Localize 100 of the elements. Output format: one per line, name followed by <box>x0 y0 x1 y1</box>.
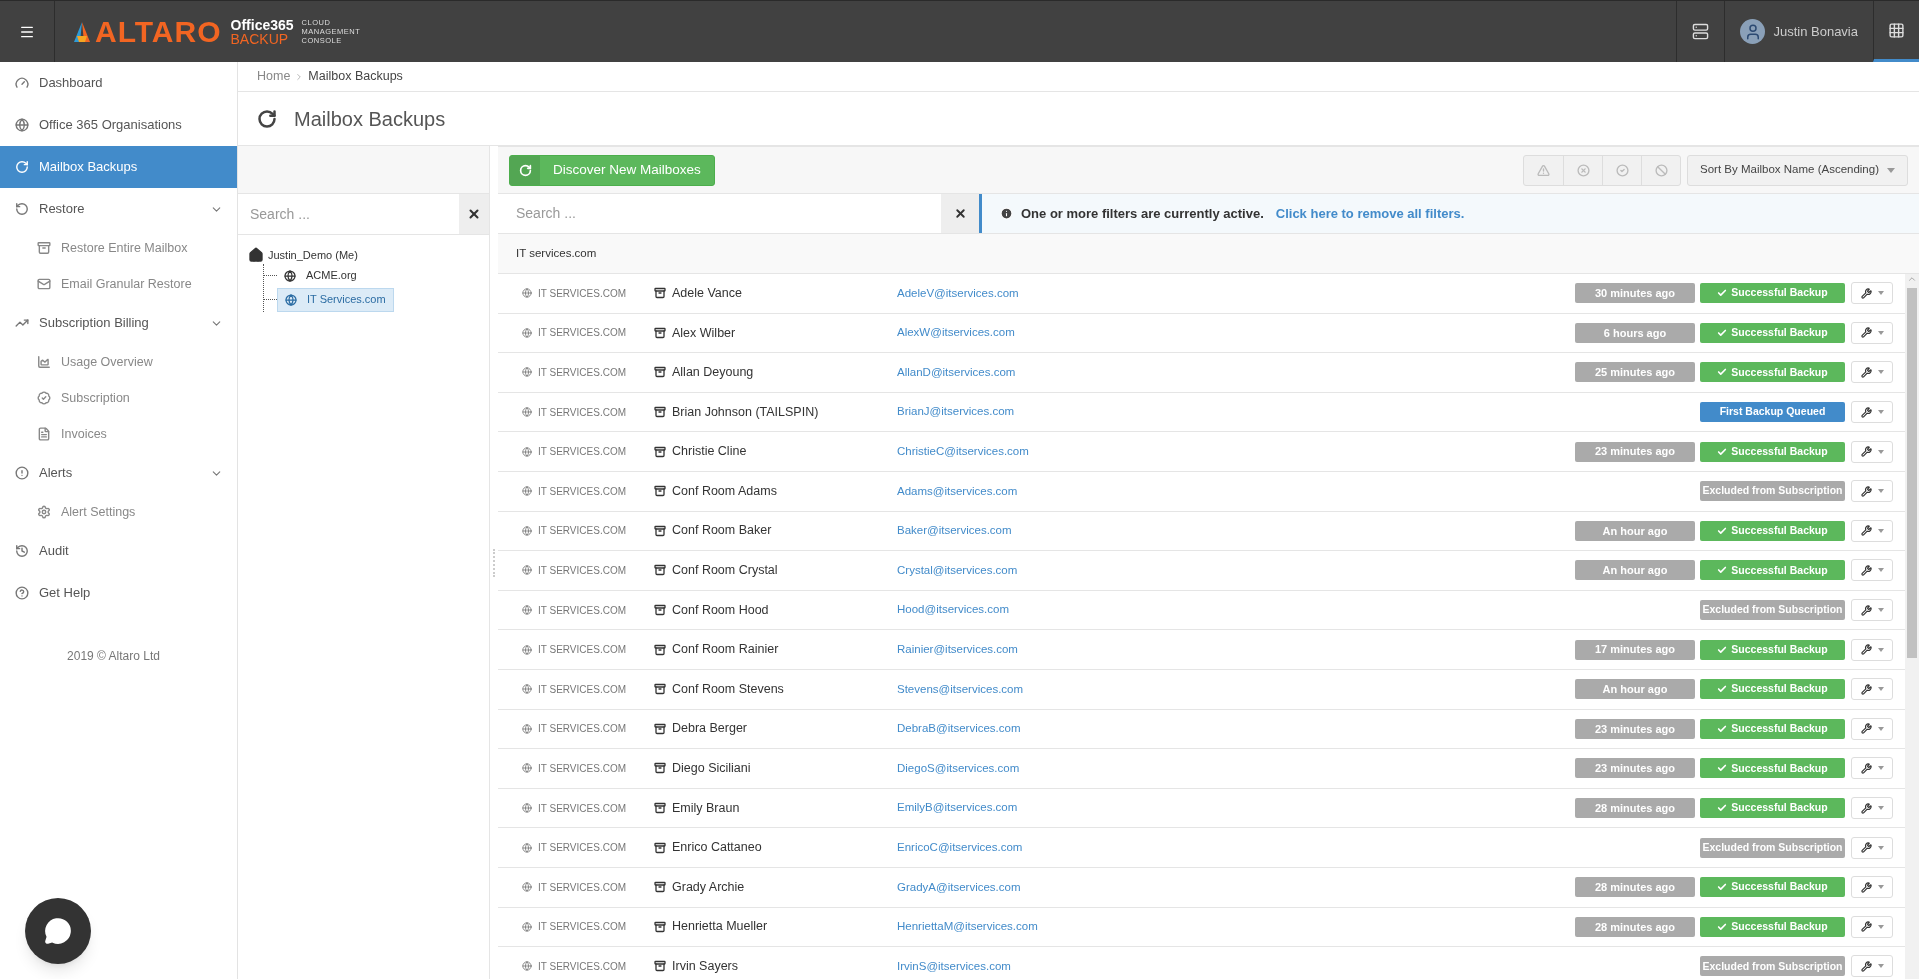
clear-search-button[interactable] <box>459 194 489 234</box>
scrollbar[interactable] <box>1905 274 1919 979</box>
tools-dropdown-button[interactable] <box>1851 440 1893 463</box>
email-link[interactable]: HenriettaM@itservices.com <box>897 918 1038 936</box>
org-cell-text: IT SERVICES.COM <box>538 484 626 499</box>
org-cell-text: IT SERVICES.COM <box>538 603 626 618</box>
tools-dropdown-button[interactable] <box>1851 836 1893 859</box>
caret-icon <box>1877 568 1884 573</box>
tools-dropdown-button[interactable] <box>1851 638 1893 661</box>
mailbox-search-field[interactable]: Search ... <box>498 194 941 233</box>
tools-dropdown-button[interactable] <box>1851 955 1893 978</box>
sidebar-item[interactable]: Office 365 Organisations <box>0 104 237 146</box>
org-cell-text: IT SERVICES.COM <box>538 366 626 380</box>
sidebar-item[interactable]: Invoices <box>0 416 237 452</box>
email-link[interactable]: Baker@itservices.com <box>897 522 1012 540</box>
email-link[interactable]: AlexW@itservices.com <box>897 324 1015 342</box>
tools-dropdown-button[interactable] <box>1851 480 1893 503</box>
org-cell-text: IT SERVICES.COM <box>538 405 626 420</box>
check-icon <box>1717 565 1728 576</box>
sidebar-item[interactable]: Audit <box>0 530 237 572</box>
undo-icon <box>15 202 29 216</box>
sidebar-item[interactable]: Usage Overview <box>0 344 237 380</box>
sidebar-item[interactable]: Mailbox Backups <box>0 146 237 188</box>
mailbox-name: Emily Braun <box>672 799 740 817</box>
caret-icon <box>1877 806 1884 810</box>
check-icon <box>1717 288 1728 299</box>
tree-node[interactable]: Justin_Demo (Me) <box>268 247 358 264</box>
sidebar-item[interactable]: Restore Entire Mailbox <box>0 230 237 266</box>
discover-button[interactable]: Discover New Mailboxes <box>509 154 715 186</box>
caret-icon <box>1877 330 1884 335</box>
group-heading: IT services.com <box>516 245 597 261</box>
sidebar-item[interactable]: Dashboard <box>0 62 237 104</box>
email-link[interactable]: EmilyB@itservices.com <box>897 799 1018 817</box>
refresh-icon <box>15 160 29 174</box>
email-link[interactable]: DebraB@itservices.com <box>897 720 1021 738</box>
sort-dropdown[interactable]: Sort By Mailbox Name (Ascending) <box>1687 154 1908 186</box>
email-link[interactable]: Stevens@itservices.com <box>897 680 1024 698</box>
apps-button[interactable] <box>1873 1 1919 62</box>
tree-node[interactable]: ACME.org <box>277 263 364 288</box>
remove-filters-link[interactable]: Click here to remove all filters. <box>1275 203 1465 224</box>
tools-dropdown-button[interactable] <box>1851 915 1893 938</box>
email-link[interactable]: ChristieC@itservices.com <box>897 443 1029 461</box>
caret-icon <box>1877 449 1884 454</box>
email-link[interactable]: Rainier@itservices.com <box>897 641 1018 659</box>
org-cell-text: IT SERVICES.COM <box>538 761 626 776</box>
email-link[interactable]: AdeleV@itservices.com <box>897 284 1019 302</box>
caret-icon <box>1877 766 1884 771</box>
tools-dropdown-button[interactable] <box>1851 797 1893 819</box>
globe-icon <box>15 118 29 132</box>
globe-icon <box>522 882 532 893</box>
sidebar-item[interactable]: Alert Settings <box>0 494 237 530</box>
tools-dropdown-button[interactable] <box>1851 559 1893 582</box>
email-link[interactable]: Hood@itservices.com <box>897 601 1009 619</box>
status-label: Excluded from Subscription <box>1700 837 1845 858</box>
email-link[interactable]: IrvinS@itservices.com <box>897 957 1011 975</box>
status-label: Successful Backup <box>1700 877 1845 898</box>
wrench-icon <box>1860 921 1872 933</box>
exclamation-icon <box>15 466 29 480</box>
sidebar-item[interactable]: Email Granular Restore <box>0 266 237 302</box>
org-cell-text: IT SERVICES.COM <box>538 801 626 816</box>
chat-button[interactable] <box>25 898 91 964</box>
tree-node[interactable]: IT Services.com <box>277 287 394 312</box>
tree-search-field[interactable]: Search ... <box>238 194 459 234</box>
mailbox-icon <box>654 643 666 656</box>
tools-dropdown-button[interactable] <box>1851 361 1893 384</box>
tools-dropdown-button[interactable] <box>1851 321 1893 344</box>
tools-dropdown-button[interactable] <box>1851 678 1893 701</box>
tools-dropdown-button[interactable] <box>1851 519 1893 542</box>
logo-product: Office365 <box>230 17 294 32</box>
user-menu[interactable]: Justin Bonavia <box>1724 1 1873 62</box>
sidebar-item[interactable]: Restore <box>0 188 237 230</box>
sidebar-item[interactable]: Subscription <box>0 380 237 416</box>
email-link[interactable]: BrianJ@itservices.com <box>897 403 1015 421</box>
email-link[interactable]: GradyA@itservices.com <box>897 878 1021 896</box>
email-link[interactable]: DiegoS@itservices.com <box>897 759 1020 778</box>
tools-dropdown-button[interactable] <box>1851 717 1893 740</box>
sidebar-item[interactable]: Subscription Billing <box>0 302 237 344</box>
email-link[interactable]: Adams@itservices.com <box>897 482 1018 500</box>
tools-dropdown-button[interactable] <box>1851 401 1893 424</box>
email-link[interactable]: EnricoC@itservices.com <box>897 839 1023 857</box>
sidebar-item[interactable]: Alerts <box>0 452 237 494</box>
email-link[interactable]: AllanD@itservices.com <box>897 363 1016 382</box>
tools-dropdown-button[interactable] <box>1851 282 1893 305</box>
tools-dropdown-button[interactable] <box>1851 757 1893 780</box>
last-backup-time: 23 minutes ago <box>1575 758 1695 779</box>
ban-icon <box>1654 163 1668 177</box>
org-cell-text: IT SERVICES.COM <box>538 286 626 301</box>
check-icon <box>1717 644 1728 655</box>
tools-dropdown-button[interactable] <box>1851 876 1893 899</box>
tools-dropdown-button[interactable] <box>1851 599 1893 622</box>
mailbox-icon <box>654 960 666 973</box>
wrench-icon <box>1860 683 1872 695</box>
breadcrumb-link[interactable]: Home <box>257 67 291 86</box>
email-link[interactable]: Crystal@itservices.com <box>897 561 1018 580</box>
sidebar-item[interactable]: Get Help <box>0 572 237 614</box>
mailbox-name: Debra Berger <box>672 720 748 738</box>
org-cell-text: IT SERVICES.COM <box>538 722 626 737</box>
copyright: 2019 © Altaro Ltd <box>66 648 161 665</box>
clear-search-button[interactable] <box>941 194 979 233</box>
caret-icon <box>1877 845 1884 850</box>
